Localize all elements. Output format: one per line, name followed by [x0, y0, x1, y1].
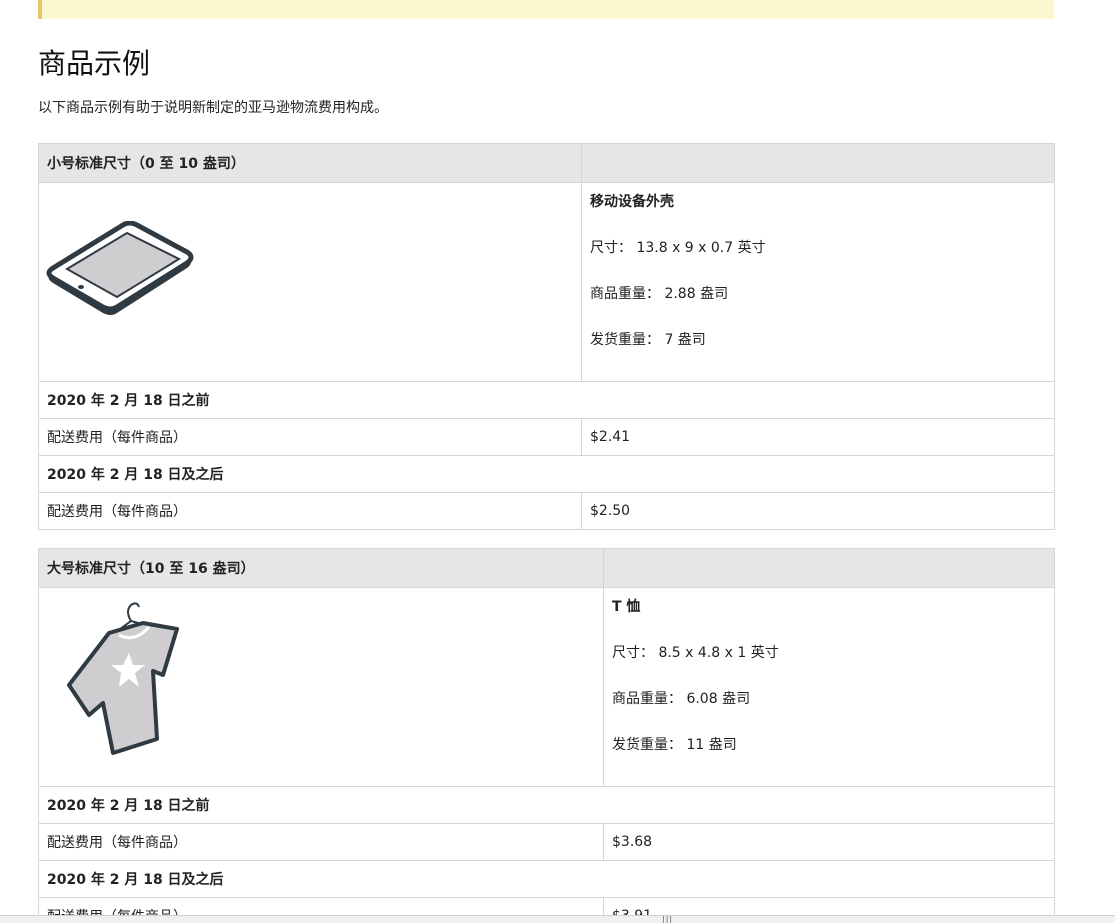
header-empty-cell [581, 143, 1055, 183]
fee-before-row: 配送费用（每件商品） $2.41 [38, 418, 1055, 456]
date-after-label: 2020 年 2 月 18 日及之后 [38, 860, 1055, 898]
date-after-row: 2020 年 2 月 18 日及之后 [38, 455, 1055, 493]
shipping-weight: 发货重量： 11 盎司 [612, 737, 737, 753]
item-dimensions: 尺寸： 8.5 x 4.8 x 1 英寸 [612, 645, 779, 661]
example-table-large-standard: 大号标准尺寸（10 至 16 盎司） T 恤 尺寸： 8.5 x 4.8 x 1… [38, 548, 1055, 923]
fee-value: $2.41 [581, 418, 1055, 456]
product-details-cell: T 恤 尺寸： 8.5 x 4.8 x 1 英寸 商品重量： 6.08 盎司 发… [603, 587, 1055, 787]
date-before-label: 2020 年 2 月 18 日之前 [38, 381, 1055, 419]
fee-value: $2.50 [581, 492, 1055, 530]
fee-label: 配送费用（每件商品） [38, 823, 604, 861]
header-empty-cell [603, 548, 1055, 588]
date-before-label: 2020 年 2 月 18 日之前 [38, 786, 1055, 824]
item-weight: 商品重量： 6.08 盎司 [612, 691, 751, 707]
fee-label: 配送费用（每件商品） [38, 418, 582, 456]
fee-before-row: 配送费用（每件商品） $3.68 [38, 823, 1055, 861]
product-row: 移动设备外壳 尺寸： 13.8 x 9 x 0.7 英寸 商品重量： 2.88 … [38, 182, 1055, 382]
product-row: T 恤 尺寸： 8.5 x 4.8 x 1 英寸 商品重量： 6.08 盎司 发… [38, 587, 1055, 787]
item-weight: 商品重量： 2.88 盎司 [590, 286, 729, 302]
horizontal-scrollbar[interactable]: ||| [0, 915, 1115, 923]
scrollbar-grip-icon[interactable]: ||| [662, 916, 673, 923]
item-name: T 恤 [612, 599, 641, 615]
size-tier-label: 小号标准尺寸（0 至 10 盎司） [38, 143, 582, 183]
notice-banner [38, 0, 1054, 19]
date-before-row: 2020 年 2 月 18 日之前 [38, 381, 1055, 419]
fee-after-row: 配送费用（每件商品） $2.50 [38, 492, 1055, 530]
size-tier-label: 大号标准尺寸（10 至 16 盎司） [38, 548, 604, 588]
item-dimensions: 尺寸： 13.8 x 9 x 0.7 英寸 [590, 240, 766, 256]
date-after-label: 2020 年 2 月 18 日及之后 [38, 455, 1055, 493]
t-shirt-icon [65, 593, 185, 763]
product-image-cell [38, 587, 604, 787]
date-after-row: 2020 年 2 月 18 日及之后 [38, 860, 1055, 898]
size-tier-header-row: 小号标准尺寸（0 至 10 盎司） [38, 143, 1055, 183]
tablet-icon [45, 220, 195, 323]
product-details-cell: 移动设备外壳 尺寸： 13.8 x 9 x 0.7 英寸 商品重量： 2.88 … [581, 182, 1055, 382]
fee-value: $3.68 [603, 823, 1055, 861]
item-name: 移动设备外壳 [590, 194, 674, 210]
intro-text: 以下商品示例有助于说明新制定的亚马逊物流费用构成。 [38, 100, 388, 116]
help-page: 商品示例 以下商品示例有助于说明新制定的亚马逊物流费用构成。 小号标准尺寸（0 … [0, 0, 1115, 923]
product-image-cell [38, 182, 582, 382]
page-title: 商品示例 [38, 47, 151, 80]
date-before-row: 2020 年 2 月 18 日之前 [38, 786, 1055, 824]
fee-label: 配送费用（每件商品） [38, 492, 582, 530]
shipping-weight: 发货重量： 7 盎司 [590, 332, 706, 348]
size-tier-header-row: 大号标准尺寸（10 至 16 盎司） [38, 548, 1055, 588]
example-table-small-standard: 小号标准尺寸（0 至 10 盎司） 移动设备外壳 尺寸： 13.8 x 9 x … [38, 143, 1055, 530]
